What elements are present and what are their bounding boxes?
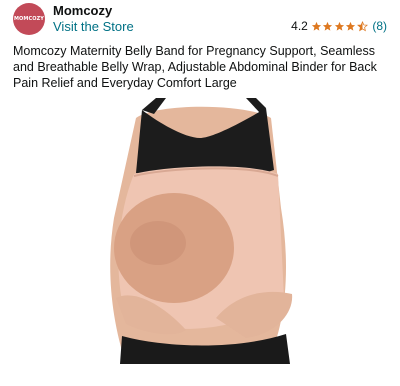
- rating-value: 4.2: [291, 19, 308, 33]
- star-full-icon: [334, 21, 344, 31]
- star-full-icon: [311, 21, 321, 31]
- store-header: MOMCOZY Momcozy Visit the Store 4.2 (8): [0, 0, 400, 40]
- brand-logo-text: MOMCOZY: [13, 16, 45, 22]
- product-image[interactable]: [96, 98, 304, 364]
- rating-summary[interactable]: 4.2 (8): [291, 19, 387, 33]
- star-rating[interactable]: [311, 20, 369, 32]
- brand-logo[interactable]: MOMCOZY: [13, 3, 45, 35]
- review-count-link[interactable]: (8): [372, 19, 387, 33]
- belly-highlight: [130, 221, 186, 265]
- star-full-icon: [323, 21, 333, 31]
- product-title[interactable]: Momcozy Maternity Belly Band for Pregnan…: [13, 43, 391, 91]
- star-full-icon: [346, 21, 356, 31]
- brand-name[interactable]: Momcozy: [53, 3, 112, 18]
- star-partial-icon: [356, 20, 368, 31]
- visit-store-link[interactable]: Visit the Store: [53, 19, 134, 34]
